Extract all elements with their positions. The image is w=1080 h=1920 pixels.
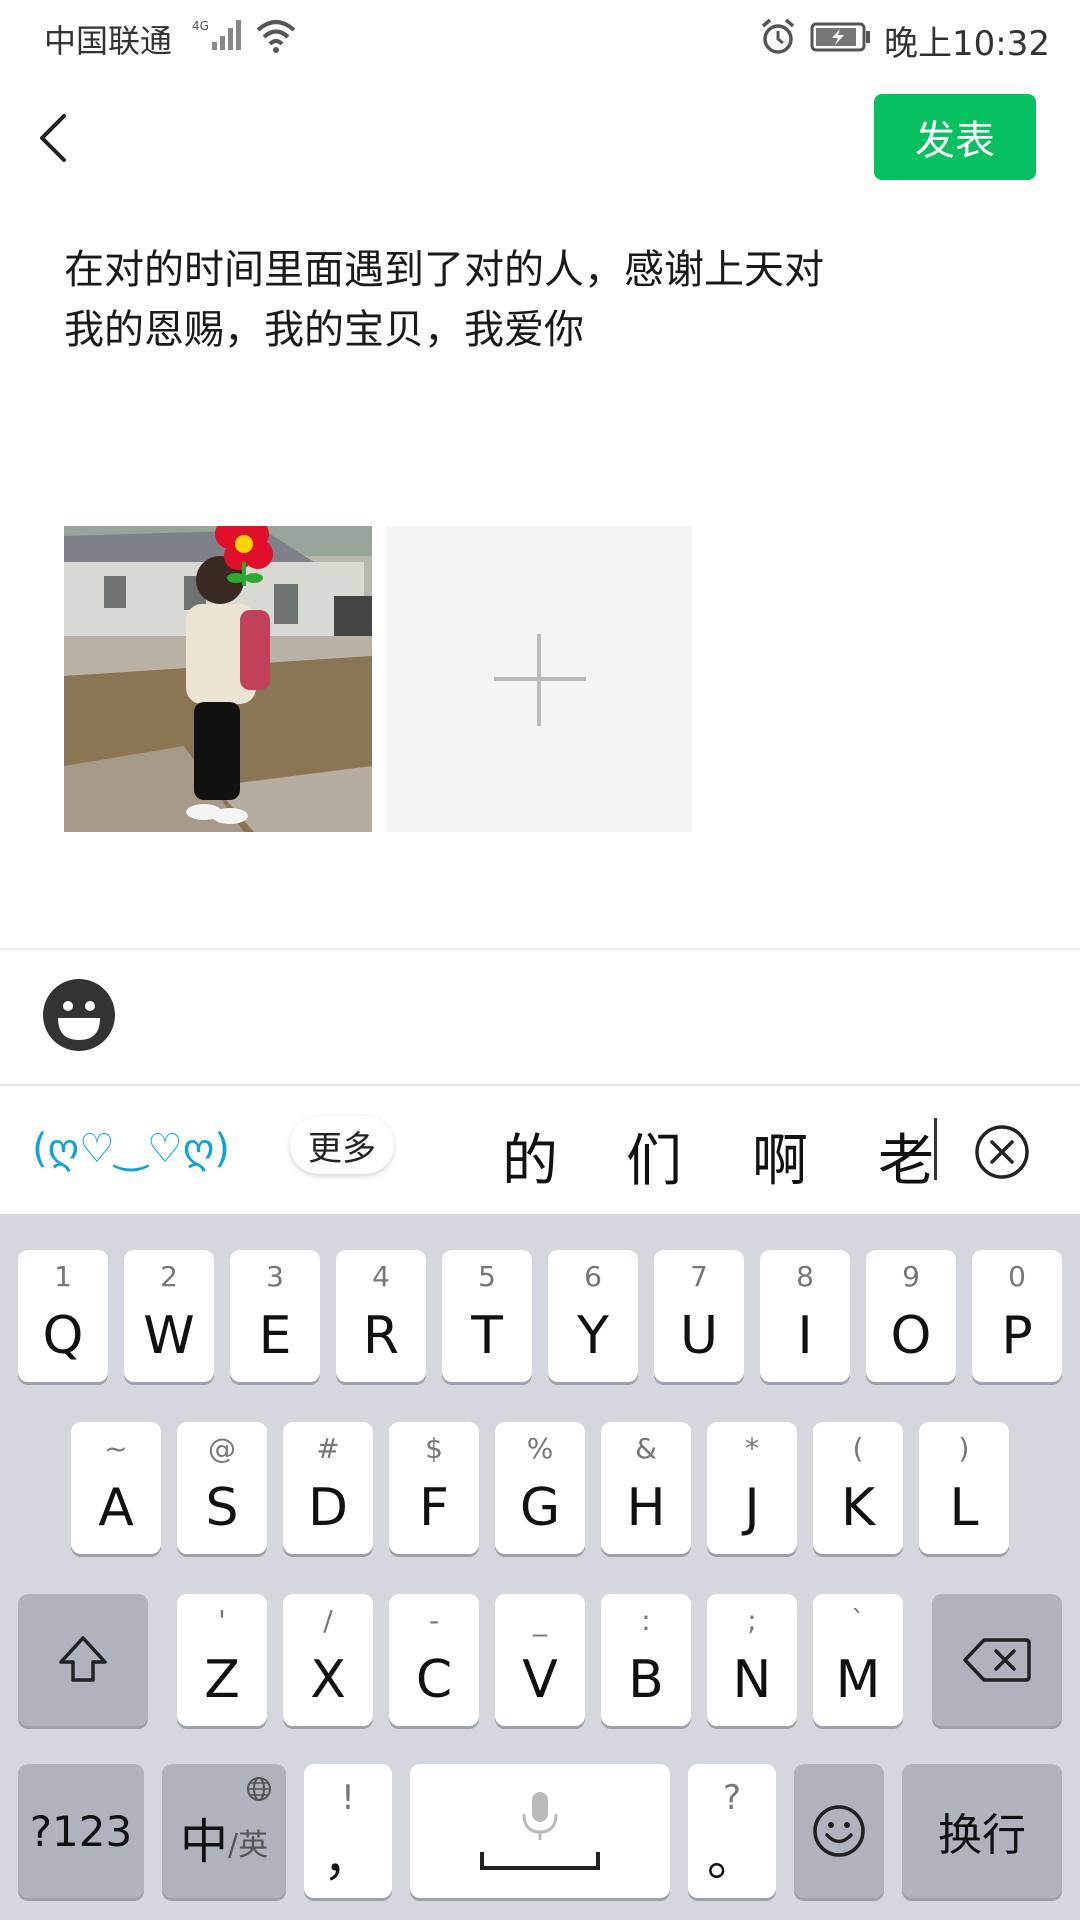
post-text-input[interactable]: 在对的时间里面遇到了对的人，感谢上天对 我的恩赐，我的宝贝，我爱你: [64, 240, 964, 360]
period-key[interactable]: ?。: [688, 1764, 776, 1898]
key-p[interactable]: 0P: [972, 1250, 1062, 1382]
candidate-word[interactable]: 啊: [752, 1116, 808, 1197]
key-i[interactable]: 8I: [760, 1250, 850, 1382]
key-g[interactable]: % G: [495, 1422, 585, 1554]
space-key[interactable]: [410, 1764, 670, 1898]
candidate-word[interactable]: 的: [502, 1116, 558, 1197]
comma-key[interactable]: !，: [304, 1764, 392, 1898]
shift-key[interactable]: [18, 1594, 148, 1726]
microphone-icon: [480, 1792, 600, 1870]
text-cursor: [934, 1118, 937, 1180]
clear-candidates-icon[interactable]: [974, 1124, 1030, 1180]
status-bar: 中国联通 4G 晚上10:32: [0, 0, 1080, 76]
key-m[interactable]: ` M: [813, 1594, 903, 1726]
key-x[interactable]: / X: [283, 1594, 373, 1726]
post-text-line: 我的恩赐，我的宝贝，我爱你: [64, 307, 584, 353]
kaomoji-candidate[interactable]: (ღ♡‿♡ღ): [32, 1126, 230, 1172]
key-t[interactable]: 5T: [442, 1250, 532, 1382]
battery-icon: [810, 22, 870, 52]
clock-label: 晚上10:32: [884, 24, 1050, 64]
candidate-word[interactable]: 老: [878, 1116, 934, 1197]
key-k[interactable]: (K: [813, 1422, 903, 1554]
key-j[interactable]: * J: [707, 1422, 797, 1554]
key-e[interactable]: 3E: [230, 1250, 320, 1382]
carrier-label: 中国联通: [44, 22, 173, 60]
smiley-icon: [813, 1805, 865, 1857]
key-b[interactable]: :B: [601, 1594, 691, 1726]
more-candidates-button[interactable]: 更多: [290, 1116, 394, 1174]
wifi-icon: [256, 20, 296, 53]
enter-key[interactable]: 换行: [902, 1764, 1062, 1898]
backspace-icon: [963, 1638, 1031, 1682]
keyboard: 1Q 2W 3E 4R 5T 6Y 7U 8I 9O 0P ~ A @ S # D $…: [0, 1214, 1080, 1920]
key-d[interactable]: # D: [283, 1422, 373, 1554]
photo-thumbnail[interactable]: [64, 526, 372, 832]
key-c[interactable]: -C: [389, 1594, 479, 1726]
key-z[interactable]: ' Z: [177, 1594, 267, 1726]
key-o[interactable]: 9O: [866, 1250, 956, 1382]
shift-icon: [59, 1636, 107, 1682]
key-y[interactable]: 6Y: [548, 1250, 638, 1382]
language-switch-key[interactable]: 中 /英: [162, 1764, 286, 1898]
key-q[interactable]: 1Q: [18, 1250, 108, 1382]
key-h[interactable]: & H: [601, 1422, 691, 1554]
key-n[interactable]: ; N: [707, 1594, 797, 1726]
backspace-key[interactable]: [932, 1594, 1062, 1726]
cellular-signal-icon: 4G: [192, 19, 241, 50]
key-l[interactable]: ) L: [919, 1422, 1009, 1554]
key-v[interactable]: _ V: [495, 1594, 585, 1726]
lang-main-label: 中: [180, 1814, 229, 1870]
key-w[interactable]: 2W: [124, 1250, 214, 1382]
divider: [0, 948, 1080, 950]
key-a[interactable]: ~ A: [71, 1422, 161, 1554]
emoji-key[interactable]: [794, 1764, 884, 1898]
add-image-button[interactable]: [386, 526, 692, 832]
network-type-label: 4G: [192, 19, 209, 33]
globe-icon: [247, 1777, 271, 1801]
lang-sub-label: /英: [228, 1828, 269, 1863]
emoji-icon[interactable]: [42, 978, 116, 1052]
alarm-icon: [761, 18, 795, 54]
key-s[interactable]: @ S: [177, 1422, 267, 1554]
plus-icon: [537, 634, 541, 726]
publish-button[interactable]: 发表: [874, 94, 1036, 180]
back-icon[interactable]: [30, 108, 80, 168]
symbols-key[interactable]: ?123: [18, 1764, 144, 1898]
key-r[interactable]: 4R: [336, 1250, 426, 1382]
candidate-word[interactable]: 们: [626, 1116, 682, 1197]
photo-image: [64, 526, 372, 832]
key-f[interactable]: $ F: [389, 1422, 479, 1554]
key-u[interactable]: 7U: [654, 1250, 744, 1382]
post-text-line: 在对的时间里面遇到了对的人，感谢上天对: [64, 247, 824, 293]
